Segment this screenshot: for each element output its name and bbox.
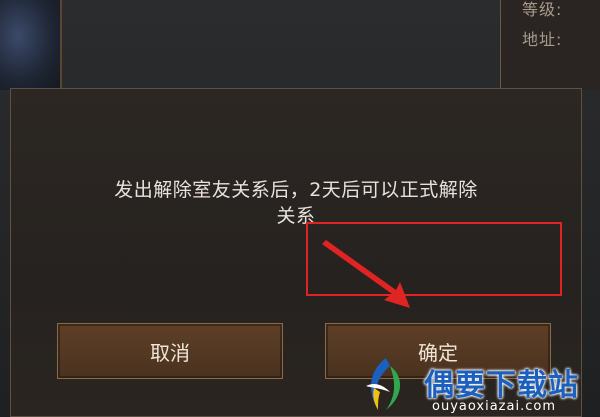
watermark-title: 偶要下载站 bbox=[424, 368, 579, 403]
confirm-highlight-box bbox=[306, 222, 562, 296]
background-info-level: 等级: bbox=[522, 0, 563, 19]
watermark-url: ouyaoxiazai.com bbox=[432, 399, 556, 414]
background-info-address: 地址: bbox=[522, 30, 563, 49]
cancel-button-label: 取消 bbox=[150, 340, 190, 365]
site-watermark: 偶要下载站 ouyaoxiazai.com bbox=[352, 354, 600, 417]
cancel-button[interactable]: 取消 bbox=[57, 323, 283, 379]
dialog-message-line-1: 发出解除室友关系后，2天后可以正式解除 bbox=[114, 179, 478, 201]
watermark-logo-icon bbox=[366, 358, 401, 410]
game-screen: 等级: 地址: 发出解除室友关系后，2天后可以正式解除 关系 取消 确定 偶要下… bbox=[0, 0, 600, 417]
background-ornament bbox=[0, 0, 62, 90]
